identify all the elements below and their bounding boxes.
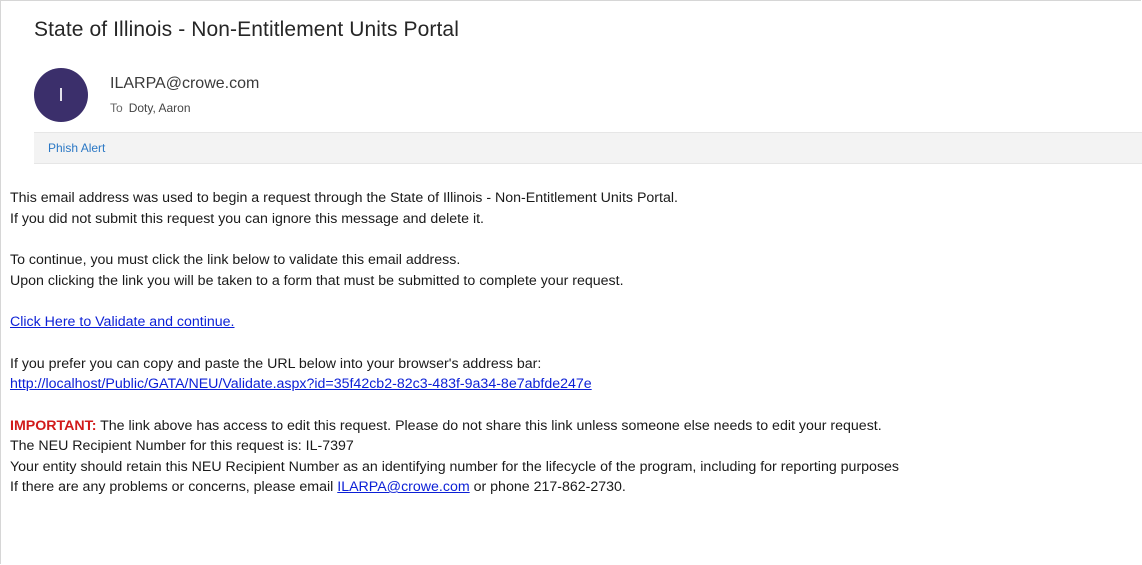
- body-line: To continue, you must click the link bel…: [10, 252, 461, 268]
- important-label: IMPORTANT:: [10, 417, 97, 434]
- addin-bar: Phish Alert: [34, 132, 1142, 164]
- to-label: To: [110, 101, 123, 115]
- contact-suffix: or phone 217-862-2730.: [469, 479, 626, 495]
- body-line: If you prefer you can copy and paste the…: [10, 355, 542, 372]
- sender-avatar[interactable]: I: [34, 68, 88, 122]
- important-line: IMPORTANT: The link above has access to …: [10, 416, 1135, 437]
- email-body: This email address was used to begin a r…: [10, 188, 1135, 498]
- email-subject: State of Illinois - Non-Entitlement Unit…: [34, 18, 459, 41]
- sender-address[interactable]: ILARPA@crowe.com: [110, 75, 259, 93]
- contact-email-link[interactable]: ILARPA@crowe.com: [337, 479, 469, 495]
- validate-link-line: Click Here to Validate and continue.: [10, 312, 1135, 333]
- contact-line: If there are any problems or concerns, p…: [10, 477, 1135, 498]
- recipient-line: To Doty, Aaron: [110, 101, 191, 115]
- recipient-number-line: The NEU Recipient Number for this reques…: [10, 438, 354, 454]
- phish-alert-button[interactable]: Phish Alert: [48, 141, 105, 155]
- validation-url-link[interactable]: http://localhost/Public/GATA/NEU/Validat…: [10, 376, 592, 392]
- validate-link[interactable]: Click Here to Validate and continue.: [10, 314, 235, 330]
- body-line: If you did not submit this request you c…: [10, 210, 484, 227]
- avatar-initial: I: [58, 84, 64, 105]
- important-text: The link above has access to edit this r…: [96, 417, 882, 434]
- contact-prefix: If there are any problems or concerns, p…: [10, 479, 338, 495]
- url-line: http://localhost/Public/GATA/NEU/Validat…: [10, 374, 1135, 395]
- recipient-name[interactable]: Doty, Aaron: [129, 101, 191, 115]
- body-line: Upon clicking the link you will be taken…: [10, 272, 624, 289]
- body-line: This email address was used to begin a r…: [10, 190, 678, 206]
- retain-line: Your entity should retain this NEU Recip…: [10, 458, 900, 475]
